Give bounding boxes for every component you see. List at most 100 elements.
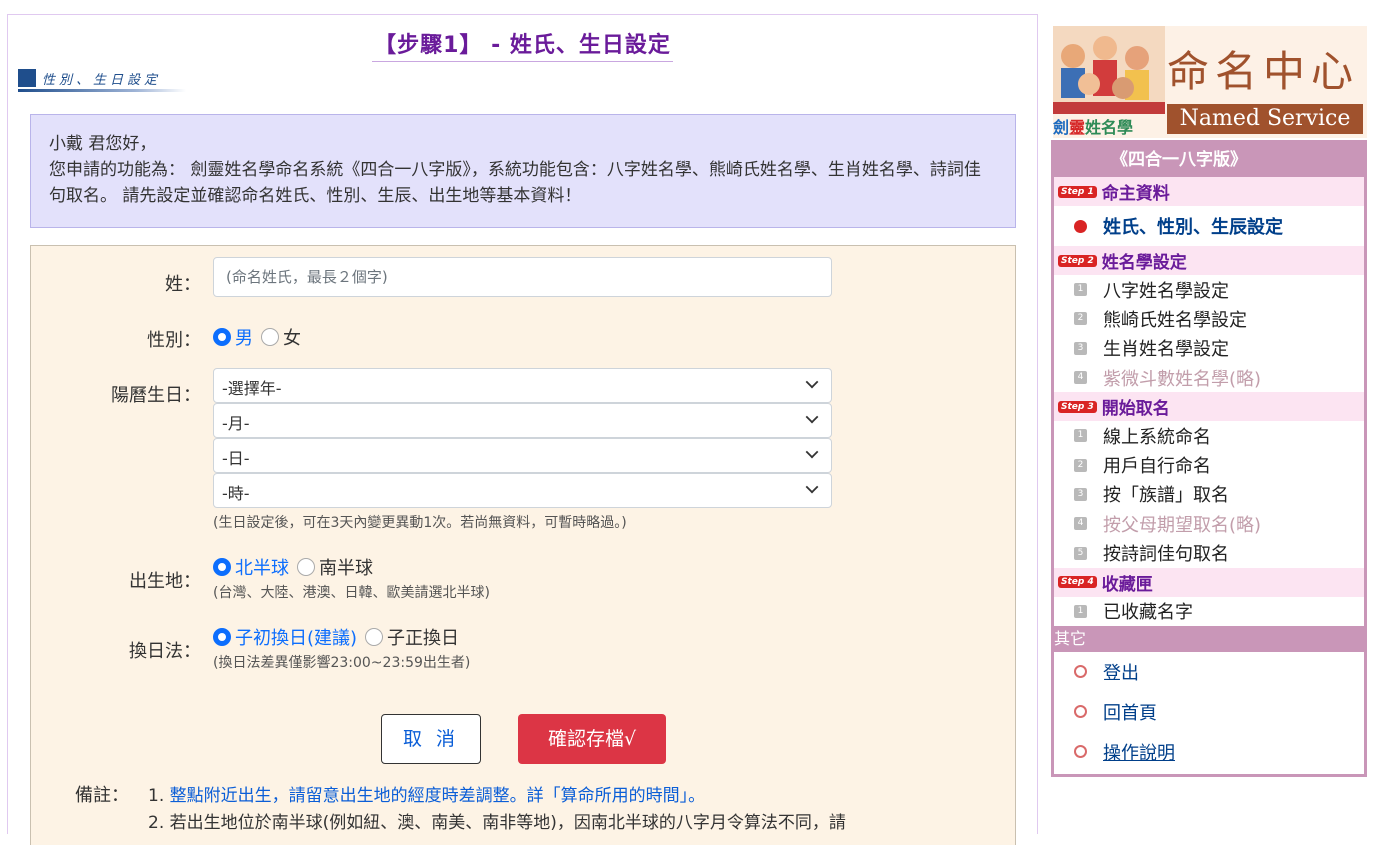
home-link[interactable]: 回首頁	[1054, 692, 1364, 732]
sidebar-item-label: 生肖姓名學設定	[1103, 339, 1229, 361]
gender-female-label[interactable]: 女	[283, 324, 301, 350]
chevron-down-icon	[805, 410, 819, 424]
greeting-line2: 您申請的功能為： 劍靈姓名學命名系統《四合一八字版》，系統功能包含：八字姓名學、…	[49, 160, 981, 206]
sidebar-item-surname-settings[interactable]: 姓氏、性別、生辰設定	[1054, 206, 1364, 246]
help-link[interactable]: 操作說明	[1054, 732, 1364, 772]
number-icon: 2	[1074, 312, 1087, 326]
sidebar-item-zodiac[interactable]: 3 生肖姓名學設定	[1054, 334, 1364, 363]
step1-badge: Step 1	[1058, 185, 1097, 198]
logo-tag-3: 姓名學	[1085, 118, 1134, 137]
sidebar-item-label: 已收藏名字	[1103, 602, 1193, 624]
note-2: 2. 若出生地位於南半球(例如紐、澳、南美、南非等地)，因南北半球的八字月令算法…	[148, 813, 846, 833]
arrow-icon	[1074, 705, 1087, 719]
birthplace-north-radio[interactable]	[213, 558, 231, 576]
surname-input[interactable]: (命名姓氏，最長２個字)	[213, 257, 832, 297]
step2-badge: Step 2	[1058, 254, 1097, 267]
birthplace-south-label[interactable]: 南半球	[319, 554, 373, 580]
sidebar-item-label: 紫微斗數姓名學(略)	[1103, 368, 1262, 390]
chevron-down-icon	[805, 375, 819, 389]
note-label: 備註：	[75, 785, 129, 806]
step4-badge: Step 4	[1058, 576, 1097, 589]
sidebar-item-label: 線上系統命名	[1103, 426, 1211, 448]
number-icon: 3	[1074, 487, 1087, 501]
day-select-value: -日-	[222, 449, 250, 468]
logo-tagline: 劍靈姓名學	[1053, 114, 1133, 138]
number-icon: 2	[1074, 458, 1087, 472]
sidebar-menu: 《四合一八字版》 Step 1 命主資料 姓氏、性別、生辰設定 Step 2 姓…	[1051, 140, 1367, 777]
step2-header: Step 2 姓名學設定	[1054, 246, 1364, 275]
year-select-value: -選擇年-	[222, 379, 282, 398]
sidebar-item-label: 按詩詞佳句取名	[1103, 544, 1229, 566]
dayswitch-early-label[interactable]: 子初換日(建議)	[235, 624, 357, 650]
gender-male-label[interactable]: 男	[235, 324, 253, 350]
sidebar-item-ziwei: 4 紫微斗數姓名學(略)	[1054, 363, 1364, 392]
sidebar-item-label: 按父母期望取名(略)	[1103, 514, 1262, 536]
gender-label: 性別：	[147, 330, 201, 351]
number-icon: 1	[1074, 283, 1087, 297]
number-icon: 3	[1074, 341, 1087, 355]
logo-tag-2: 靈	[1069, 118, 1086, 137]
save-button[interactable]: 確認存檔√	[518, 714, 666, 764]
other-header: 其它	[1054, 625, 1364, 652]
arrow-icon	[1074, 745, 1087, 759]
sidebar-item-label: 用戶自行命名	[1103, 456, 1211, 478]
sidebar-item-parents-wish: 4 按父母期望取名(略)	[1054, 509, 1364, 538]
logout-link[interactable]: 登出	[1054, 652, 1364, 692]
gender-male-radio[interactable]	[213, 328, 231, 346]
page-title: 【步驟1】 - 姓氏、生日設定	[372, 27, 673, 62]
birthplace-south-radio[interactable]	[297, 558, 315, 576]
sidebar-item-user-naming[interactable]: 2 用戶自行命名	[1054, 450, 1364, 479]
logo-tag-1: 劍	[1053, 118, 1070, 137]
page-title-wrap: 【步驟1】 - 姓氏、生日設定	[8, 27, 1037, 62]
day-select[interactable]: -日-	[213, 438, 832, 473]
dayswitch-midnight-radio[interactable]	[365, 628, 384, 646]
sidebar-item-bazi[interactable]: 1 八字姓名學設定	[1054, 275, 1364, 304]
sub-banner: 性別、生日設定	[18, 67, 186, 93]
sidebar-item-poetry[interactable]: 5 按詩詞佳句取名	[1054, 538, 1364, 567]
number-icon: 5	[1074, 546, 1087, 560]
logout-label: 登出	[1103, 662, 1139, 684]
cancel-button[interactable]: 取 消	[381, 714, 481, 764]
chevron-down-icon	[805, 480, 819, 494]
sidebar-item-label: 熊崎氏姓名學設定	[1103, 309, 1247, 331]
hour-select[interactable]: -時-	[213, 473, 832, 508]
number-icon: 1	[1074, 604, 1087, 618]
step1-title: 命主資料	[1101, 184, 1170, 204]
site-logo[interactable]: 命名中心 劍靈姓名學 Named Service	[1053, 26, 1367, 138]
step4-header: Step 4 收藏匣	[1054, 567, 1364, 597]
step4-title: 收藏匣	[1101, 574, 1153, 595]
settings-form: 姓： (命名姓氏，最長２個字) 性別： 男 女 陽曆生日： -選擇年- -月- …	[30, 245, 1016, 845]
birthplace-hint: (台灣、大陸、港澳、日韓、歐美請選北半球)	[213, 585, 490, 601]
dayswitch-midnight-label[interactable]: 子正換日	[387, 624, 459, 650]
dayswitch-early-radio[interactable]	[213, 628, 231, 646]
year-select[interactable]: -選擇年-	[213, 368, 832, 403]
month-select[interactable]: -月-	[213, 403, 832, 438]
gender-radio-group: 男 女	[213, 324, 301, 350]
month-select-value: -月-	[222, 414, 250, 433]
banner-block-icon	[18, 69, 36, 87]
surname-label: 姓：	[165, 274, 201, 295]
dayswitch-hint: (換日法差異僅影響23:00~23:59出生者)	[213, 655, 471, 671]
home-label: 回首頁	[1103, 702, 1157, 724]
birthplace-radio-group: 北半球 南半球	[213, 554, 373, 580]
sidebar-item-genealogy[interactable]: 3 按「族譜」取名	[1054, 480, 1364, 509]
sidebar-item-kumazaki[interactable]: 2 熊崎氏姓名學設定	[1054, 304, 1364, 333]
note-1-link[interactable]: 整點附近出生，請留意出生地的經度時差調整。詳「算命所用的時間」。	[170, 786, 706, 806]
step3-title: 開始取名	[1101, 399, 1170, 420]
sidebar-item-online-naming[interactable]: 1 線上系統命名	[1054, 421, 1364, 450]
birthday-hint: (生日設定後，可在3天內變更異動1次。若尚無資料，可暫時略過。)	[213, 515, 627, 531]
sub-banner-text: 性別、生日設定	[42, 73, 162, 88]
number-icon: 4	[1074, 371, 1087, 385]
number-icon: 1	[1074, 429, 1087, 443]
greeting-line1: 小戴 君您好，	[49, 134, 157, 154]
help-label: 操作說明	[1103, 742, 1175, 764]
gender-female-radio[interactable]	[261, 328, 279, 346]
sidebar-item-label: 八字姓名學設定	[1103, 280, 1229, 302]
logo-english: Named Service	[1167, 104, 1363, 134]
sidebar-item-favorites[interactable]: 1 已收藏名字	[1054, 597, 1364, 626]
birthplace-north-label[interactable]: 北半球	[235, 554, 289, 580]
note-1-number: 1.	[148, 786, 170, 806]
dayswitch-radio-group: 子初換日(建議) 子正換日	[213, 624, 459, 650]
logo-title: 命名中心	[1167, 47, 1360, 96]
step2-title: 姓名學設定	[1101, 253, 1187, 273]
